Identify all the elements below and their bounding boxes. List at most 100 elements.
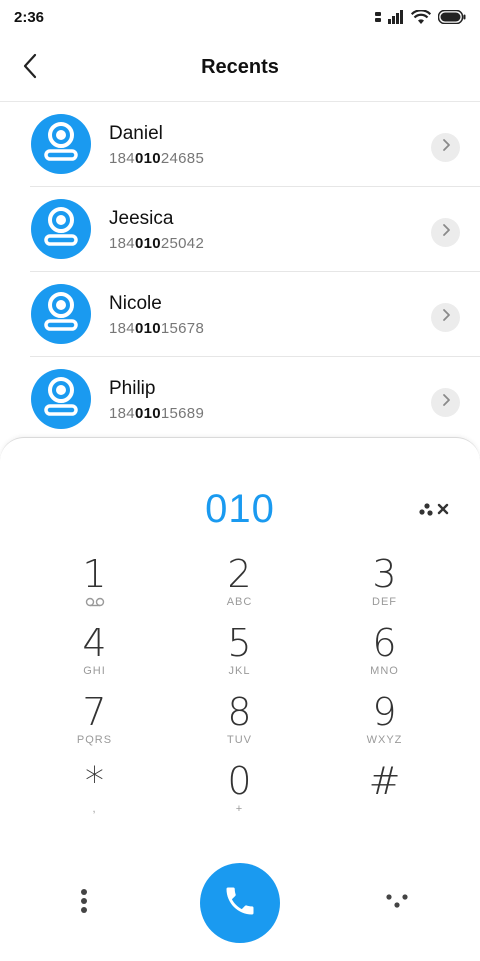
key-letters [85,595,105,609]
signal-icon [388,10,404,24]
key-digit: 9 [372,690,397,734]
contact-name: Nicole [109,293,162,314]
contact-text: Daniel 18401024685 [109,122,204,170]
contact-detail-button[interactable] [431,388,460,417]
keypad: 1 2 ABC 3 DEF 4 GHI 5 JKL 6 MNO 7 PQRS 8… [22,553,458,829]
number-suffix: 24685 [160,150,205,167]
contact-row[interactable]: Philip 18401015689 [0,357,480,442]
key-digit: 3 [372,552,397,596]
dialer-bottom-bar [0,863,480,943]
key-digit: 1 [82,552,107,596]
key-digit: 8 [227,690,252,734]
contact-number: 18401015689 [109,403,204,425]
phone-icon [222,883,258,924]
key-digit: 0 [227,759,252,803]
key-3[interactable]: 3 DEF [312,553,457,622]
avatar [31,114,91,174]
person-icon [41,206,81,252]
number-prefix: 184 [109,150,135,167]
page-title: Recents [201,56,279,78]
contact-text: Philip 18401015689 [109,377,204,425]
key-letters: + [235,803,244,815]
number-suffix: 15678 [160,320,205,337]
key-letters: GHI [83,665,106,677]
contact-list: Daniel 18401024685 Jeesica 18401025042 N… [0,102,480,442]
contact-name: Philip [109,378,156,399]
key-digit: # [368,759,401,803]
key-digit: 2 [227,552,252,596]
contact-text: Jeesica 18401025042 [109,207,204,255]
key-digit: 7 [82,690,107,734]
voicemail-icon [85,597,105,607]
avatar [31,369,91,429]
sim-icon [375,11,381,23]
person-icon [41,291,81,337]
number-match: 010 [134,405,161,422]
dial-input-display[interactable]: 010 [0,487,480,532]
avatar [31,284,91,344]
key-5[interactable]: 5 JKL [167,622,312,691]
key-letters: ABC [226,596,253,608]
number-match: 010 [134,320,161,337]
dial-pad-sheet: 010 1 2 ABC 3 DEF 4 GHI 5 JKL 6 MNO 7 PQ… [0,437,480,961]
contact-number: 18401015678 [109,318,204,340]
person-icon [41,121,81,167]
backspace-icon [419,501,451,522]
number-prefix: 184 [109,235,135,252]
chevron-right-icon [441,393,451,412]
contact-number: 18401024685 [109,148,204,170]
number-prefix: 184 [109,405,135,422]
number-match: 010 [134,235,161,252]
contact-detail-button[interactable] [431,218,460,247]
contact-name: Jeesica [109,208,174,229]
key-9[interactable]: 9 WXYZ [312,691,457,760]
number-prefix: 184 [109,320,135,337]
key-7[interactable]: 7 PQRS [22,691,167,760]
contact-row[interactable]: Nicole 18401015678 [0,272,480,357]
status-bar: 2:36 [0,0,480,34]
key-hash[interactable]: # [312,760,457,829]
more-vertical-icon [80,888,88,919]
key-8[interactable]: 8 TUV [167,691,312,760]
contact-row[interactable]: Daniel 18401024685 [0,102,480,187]
key-digit: 6 [372,621,397,665]
contact-detail-button[interactable] [431,303,460,332]
wifi-icon [411,9,431,25]
key-letters: , [92,803,97,815]
collapse-keypad-button[interactable] [380,887,414,919]
key-digit: * [85,759,104,803]
header: Recents [0,34,480,102]
key-letters: DEF [372,596,397,608]
contact-number: 18401025042 [109,233,204,255]
key-letters: JKL [228,665,251,677]
more-options-button[interactable] [70,887,98,919]
contact-row[interactable]: Jeesica 18401025042 [0,187,480,272]
chevron-right-icon [441,138,451,157]
key-letters: MNO [370,665,399,677]
number-suffix: 15689 [160,405,205,422]
status-time: 2:36 [14,8,45,26]
back-button[interactable] [14,52,46,84]
key-1[interactable]: 1 [22,553,167,622]
keypad-dots-icon [385,893,409,914]
chevron-right-icon [441,223,451,242]
key-digit: 5 [227,621,252,665]
chevron-left-icon [22,53,38,84]
delete-button[interactable] [418,500,452,522]
contact-detail-button[interactable] [431,133,460,162]
key-letters: TUV [227,734,252,746]
key-4[interactable]: 4 GHI [22,622,167,691]
call-button[interactable] [200,863,280,943]
key-digit: 4 [82,621,107,665]
key-2[interactable]: 2 ABC [167,553,312,622]
key-6[interactable]: 6 MNO [312,622,457,691]
status-icons [375,9,466,25]
person-icon [41,376,81,422]
key-letters: WXYZ [366,734,403,746]
key-star[interactable]: * , [22,760,167,829]
key-letters: PQRS [76,734,113,746]
battery-icon [438,10,466,24]
chevron-right-icon [441,308,451,327]
key-0[interactable]: 0 + [167,760,312,829]
contact-name: Daniel [109,123,163,144]
